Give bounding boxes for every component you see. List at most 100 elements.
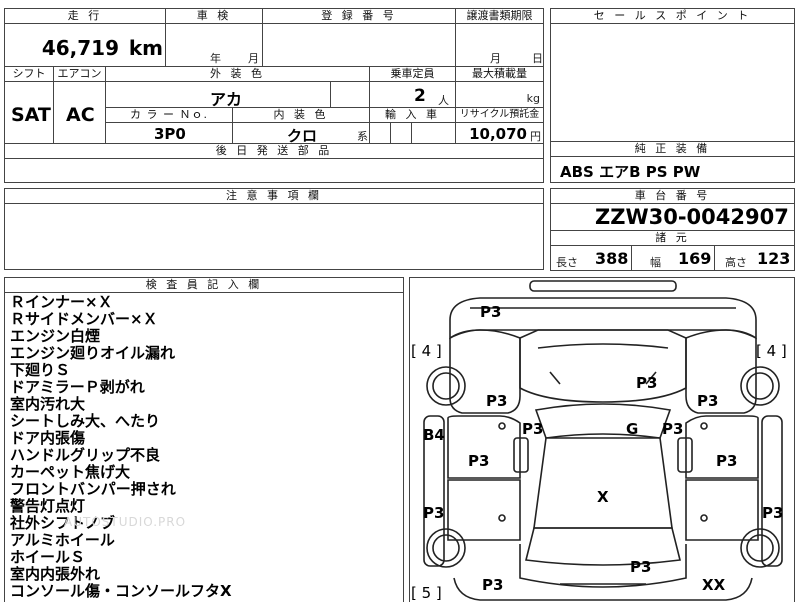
exterior-color-header: 外 装 色 [105,66,370,82]
import-cell-b [390,122,412,144]
damage-mark-windshield-left: P3 [522,420,544,438]
remark-item: カーペット焦げ大 [10,463,131,481]
car-outline [423,280,783,601]
import-header: 輸 入 車 [369,107,456,123]
remark-item: 室内汚れ大 [10,395,86,413]
damage-mark-left-front-door: P3 [468,452,490,470]
damage-mark-left-sill: B4 [423,426,445,444]
import-cell-a [369,122,391,144]
mileage-value: 46,719 [41,36,119,60]
chassis-header: 車 台 番 号 [550,188,795,204]
damage-mark-front-bumper: P3 [480,303,502,321]
damage-mark-rear-left: P3 [482,576,504,594]
remark-item: 下廻りＳ [10,361,71,379]
color-no-cell: 3P0 [105,122,233,144]
transfer-day-unit: 日 [532,52,543,65]
max-load-header: 最大積載量 [455,66,544,82]
mileage-header: 走 行 [4,8,166,24]
registration-cell [262,23,456,67]
mileage-unit: km [128,36,163,60]
capacity-unit: 人 [438,94,449,107]
equipment-header: 純 正 装 備 [550,141,795,157]
remark-item: エンジン白煙 [10,327,101,345]
shift-header: シフト [4,66,54,82]
damage-mark-right-front-door: P3 [716,452,738,470]
inspection-cell: 年 月 [165,23,263,67]
transfer-month-unit: 月 [490,52,501,65]
tire-front-right-label: [ 4 ] [756,342,787,360]
selling-point-cell [550,23,795,142]
interior-color-header: 内 装 色 [232,107,370,123]
remarks-list: Ｒインナー×Ｘ Ｒサイドメンバー×Ｘ エンジン白煙 エンジン廻りオイル漏れ 下廻りＳ ドア… [10,294,232,600]
shift-cell: SAT [4,81,54,144]
recycle-value: 10,070 [469,125,527,143]
later-parts-header: 後 日 発 送 部 品 [4,143,544,159]
remark-item: シートしみ大、へたり [10,412,161,430]
mileage-cell: 46,719 km [4,23,166,67]
ac-cell: AC [53,81,106,144]
remark-item: Ｒインナー×Ｘ [10,293,113,311]
equipment-value: ABS エアB PS PW [560,163,701,181]
tire-front-left-label: [ 4 ] [411,342,442,360]
notes-header: 注 意 事 項 欄 [4,188,544,204]
remark-item: エンジン廻りオイル漏れ [10,344,176,362]
remark-item: 警告灯点灯 [10,497,86,515]
damage-mark-windshield: G [626,420,639,438]
later-parts-cell [4,158,544,183]
recycle-unit: 円 [530,130,541,143]
remark-item: フロントバンパー押され [10,480,176,498]
damage-mark-roof: X [597,488,609,506]
interior-color-cell: クロ 系 [232,122,370,145]
height-label: 高さ [725,256,747,269]
chassis-value: ZZW30-0042907 [595,205,789,229]
recycle-header: リサイクル預託金 [455,107,544,123]
inspector-header: 検 査 員 記 入 欄 [4,277,404,293]
ac-header: エアコン [53,66,106,82]
watermark: AUTOSTUDIO.PRO [64,515,187,529]
import-cell-c [411,122,456,144]
notes-cell [4,203,544,270]
exterior-color-extra-cell [330,81,370,108]
length-label: 長さ [556,256,578,269]
recycle-cell: 10,070 円 [455,122,544,144]
dimensions-header: 諸 元 [550,230,795,246]
equipment-cell: ABS エアB PS PW [550,156,795,183]
damage-mark-right-rear-sill: P3 [762,504,784,522]
tire-rear-left-label: [ 5 ] [411,584,442,602]
length-value: 388 [595,249,629,268]
damage-mark-left-rear-sill: P3 [423,504,445,522]
damage-mark-hood: P3 [636,374,658,392]
capacity-cell: 2 人 [369,81,456,108]
damage-mark-rear-right: XX [702,576,726,594]
remark-item: ハンドルグリップ不良 [10,446,161,464]
inspection-month-unit: 月 [248,52,259,65]
shift-value: SAT [11,104,51,126]
width-value: 169 [678,249,712,268]
dimensions-width-cell: 幅 169 [631,245,715,271]
dimensions-length-cell: 長さ 388 [550,245,632,271]
spec-table: 走 行 車 検 登 録 番 号 譲渡書類期限 46,719 km 年 月 月 日… [4,8,544,159]
dimensions-height-cell: 高さ 123 [714,245,795,271]
inspector-cell: Ｒインナー×Ｘ Ｒサイドメンバー×Ｘ エンジン白煙 エンジン廻りオイル漏れ 下廻りＳ ドア… [4,292,404,602]
remark-item: コンソール傷・コンソールフタX [10,582,232,600]
color-no-header: カ ラ ー Ｎｏ. [105,107,233,123]
exterior-color-cell: アカ [105,81,331,109]
inspection-header: 車 検 [165,8,263,24]
capacity-header: 乗車定員 [369,66,456,82]
remark-item: ドア内張傷 [10,429,86,447]
transfer-cell: 月 日 [455,23,544,67]
damage-mark-left-fender: P3 [486,392,508,410]
remark-item: 室内内張外れ [10,565,101,583]
interior-color-suffix: 系 [357,130,368,143]
remark-item: ホイールＳ [10,548,86,566]
remark-item: アルミホイール [10,531,115,549]
max-load-cell: kg [455,81,544,108]
height-value: 123 [757,249,791,268]
inspection-year-unit: 年 [210,52,221,65]
damage-mark-trunk: P3 [630,558,652,576]
car-diagram: [ 4 ] [ 4 ] [ 5 ] P3 P3 P3 P3 P3 G P3 B4… [409,277,795,602]
width-label: 幅 [650,256,661,269]
damage-mark-windshield-right: P3 [662,420,684,438]
ac-value: AC [66,104,95,126]
selling-point-header: セ ー ル ス ポ イ ン ト [550,8,795,24]
